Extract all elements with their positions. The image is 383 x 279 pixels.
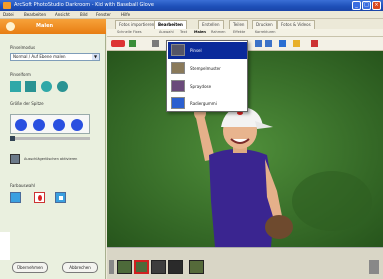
brush-size-2-icon[interactable] [33,119,45,131]
filmstrip-left-arrow-icon[interactable] [109,260,114,274]
zoom-in-icon[interactable] [255,40,262,47]
color-section-label: Farbauswahl [10,183,36,188]
brush-size-picker [10,114,90,134]
chevron-down-icon[interactable]: ▼ [92,54,99,60]
flag-icon[interactable] [311,40,318,47]
brush-mode-label: Pinselmodus [10,45,36,50]
subtab-frames[interactable]: Rahmen [211,30,226,34]
eyedropper-icon[interactable] [34,192,45,203]
cursor-icon[interactable] [152,40,159,47]
folder-icon[interactable] [293,40,300,47]
title-bar: ArcSoft PhotoStudio Darkroom - Kid with … [0,0,383,11]
filmstrip-thumb-selected[interactable] [134,260,149,274]
tab-import[interactable]: Fotos importieren [115,20,159,29]
main-tabs: Fotos importieren Bearbeiten Erstellen T… [107,19,383,29]
arrow-down-icon[interactable] [279,40,286,47]
menu-bar: Datei Bearbeiten Ansicht Bild Fenster Hi… [0,11,383,19]
filmstrip-thumb[interactable] [189,260,204,274]
dropdown-item-label: Pinsel [190,48,202,53]
filmstrip-right-arrow-icon[interactable] [369,260,379,274]
app-icon [3,2,11,9]
menu-view[interactable]: Ansicht [55,12,70,17]
dropdown-item-label: Spraydose [190,84,212,89]
apply-button[interactable]: Übernehmen [12,262,48,273]
window-title: ArcSoft PhotoStudio Darkroom - Kid with … [14,2,154,8]
filmstrip-thumb[interactable] [151,260,166,274]
brush-size-1-icon[interactable] [15,119,27,131]
brush-size-3-icon[interactable] [53,119,65,131]
menu-file[interactable]: Datei [3,12,14,17]
filmstrip [107,247,383,279]
close-button[interactable]: × [372,1,381,10]
menu-edit[interactable]: Bearbeiten [24,12,46,17]
subtab-selection[interactable]: Auswahl [159,30,174,34]
stamp-thumb-icon [171,62,185,74]
slider-knob[interactable] [10,136,15,141]
shape-square-icon[interactable] [10,81,21,92]
brush-size-label: Größe der Spitze [10,101,44,106]
shape-circle-icon[interactable] [41,81,52,92]
subtab-quick-fix[interactable]: Schnelle Fixes [117,30,142,34]
brush-shape-label: Pinselform [10,72,31,77]
cancel-button[interactable]: Abbrechen [62,262,98,273]
dropdown-item-label: Stempelmuster [190,66,221,71]
menu-window[interactable]: Fenster [96,12,111,17]
subtab-corrections[interactable]: Korrekturen [255,30,276,34]
brush-mode-select[interactable]: Normal / Auf Ebene malen ▼ [10,53,100,61]
tab-print[interactable]: Drucken [252,20,277,29]
panel-title: Malen [36,23,54,29]
menu-image[interactable]: Bild [80,12,88,17]
brush-size-4-icon[interactable] [71,119,83,131]
minimize-button[interactable]: _ [352,1,361,10]
filmstrip-thumb[interactable] [168,260,183,274]
eraser-checkbox-label: Ausschlägerlöschen aktivieren [24,157,78,161]
brush-thumb-icon [171,44,185,56]
maximize-button[interactable]: □ [362,1,371,10]
spray-thumb-icon [171,80,185,92]
dropdown-item-eraser[interactable]: Radiergummi [168,95,247,112]
shape-square-soft-icon[interactable] [25,81,36,92]
app-window: ArcSoft PhotoStudio Darkroom - Kid with … [0,0,383,279]
subtab-text[interactable]: Text [180,30,187,34]
undo-icon[interactable] [111,40,125,47]
dropdown-item-brush[interactable]: Pinsel [168,42,247,59]
eraser-checkbox[interactable] [10,154,20,164]
tab-photos-videos[interactable]: Fotos & Videos [277,20,315,29]
sub-tabs: Schnelle Fixes Auswahl Text Malen Rahmen… [107,29,383,37]
dropdown-item-stamp[interactable]: Stempelmuster [168,60,247,77]
subtab-paint[interactable]: Malen [194,30,206,34]
zoom-out-icon[interactable] [265,40,272,47]
tab-share[interactable]: Teilen [229,20,249,29]
color-picker-icon[interactable] [10,192,21,203]
dropdown-item-spray[interactable]: Spraydose [168,78,247,95]
panel-header: Malen [0,19,106,34]
tab-create[interactable]: Erstellen [198,20,224,29]
brush-size-slider[interactable] [10,136,90,141]
panel-edge [0,232,10,260]
eraser-thumb-icon [171,97,185,109]
dropdown-item-label: Radiergummi [190,101,217,106]
paint-tool-dropdown: Pinsel Stempelmuster Spraydose Radiergum… [166,40,248,112]
subtab-effects[interactable]: Effekte [233,30,245,34]
redo-icon[interactable] [129,40,136,47]
swap-colors-icon[interactable] [55,192,66,203]
brush-mode-value: Normal / Auf Ebene malen [13,54,66,59]
shape-circle-soft-icon[interactable] [57,81,68,92]
filmstrip-thumb[interactable] [117,260,132,274]
paint-icon [6,22,15,31]
menu-help[interactable]: Hilfe [121,12,130,17]
tab-edit[interactable]: Bearbeiten [154,20,187,29]
